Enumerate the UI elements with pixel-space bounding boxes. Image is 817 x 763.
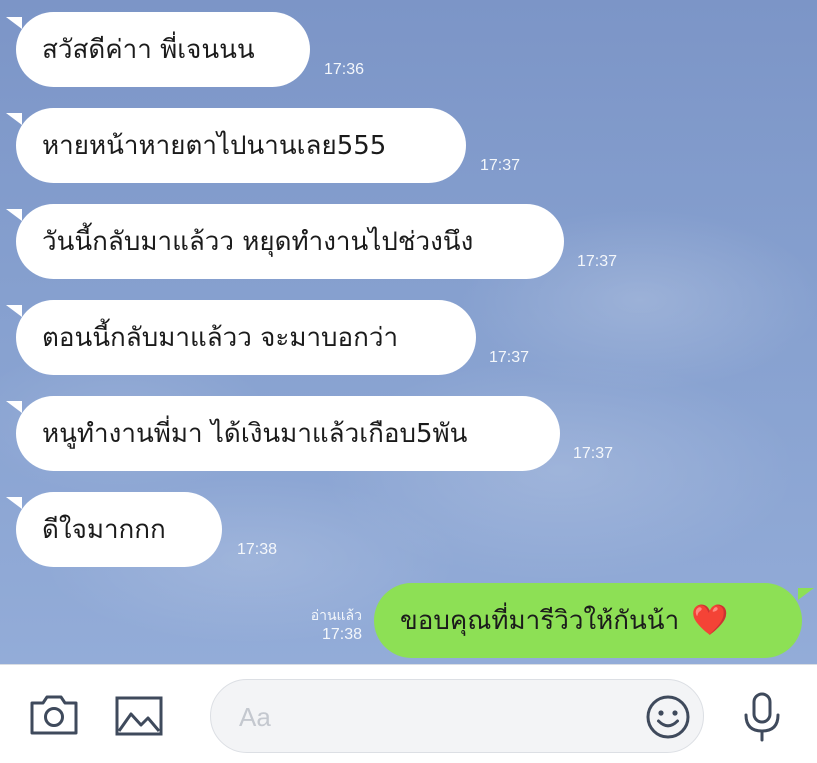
emoji-button[interactable] <box>645 694 691 740</box>
message-text: หายหน้าหายตาไปนานเลย555 <box>42 130 387 161</box>
message-text: สวัสดีค่าา พี่เจนนน <box>42 34 255 65</box>
message-bubble[interactable]: ดีใจมากกก <box>6 492 222 567</box>
smiley-icon <box>646 695 690 739</box>
message-time: 17:36 <box>324 61 365 78</box>
message-bubble[interactable]: หนูทำงานพี่มา ได้เงินมาแล้วเกือบ5พัน <box>6 396 560 471</box>
read-receipt: อ่านแล้ว 17:38 <box>300 606 362 646</box>
message-time: 17:37 <box>480 157 521 174</box>
sent-time: 17:38 <box>321 626 362 643</box>
message-text: หนูทำงานพี่มา ได้เงินมาแล้วเกือบ5พัน <box>42 418 468 449</box>
message-time: 17:37 <box>489 349 530 366</box>
gallery-button[interactable] <box>114 695 164 737</box>
message-text: ดีใจมากกก <box>42 514 166 545</box>
message-time: 17:38 <box>237 541 278 558</box>
message-input-field[interactable] <box>210 679 704 754</box>
message-bubble[interactable]: หายหน้าหายตาไปนานเลย555 <box>6 108 466 183</box>
read-label: อ่านแล้ว <box>310 607 362 623</box>
sent-message-bubble[interactable]: ขอบคุณที่มารีวิวให้กันน้า ❤️ <box>374 583 814 658</box>
chat-area[interactable]: สวัสดีค่าา พี่เจนนน 17:36 หายหน้าหายตาไป… <box>0 0 817 664</box>
message-bubble[interactable]: ตอนนี้กลับมาแล้วว จะมาบอกว่า <box>6 300 476 375</box>
message-time: 17:37 <box>573 445 614 462</box>
microphone-icon <box>744 692 780 742</box>
message-text: ตอนนี้กลับมาแล้วว จะมาบอกว่า <box>42 322 399 353</box>
message-bubble[interactable]: สวัสดีค่าา พี่เจนนน <box>6 12 310 87</box>
camera-icon <box>30 695 78 735</box>
camera-button[interactable] <box>28 693 80 737</box>
message-input[interactable] <box>237 680 641 754</box>
message-text: วันนี้กลับมาแล้วว หยุดทำงานไปช่วงนึง <box>42 226 474 257</box>
message-time: 17:37 <box>577 253 618 270</box>
heart-emoji: ❤️ <box>691 602 729 638</box>
image-icon <box>115 696 163 736</box>
voice-button[interactable] <box>741 691 783 743</box>
sent-message-text: ขอบคุณที่มารีวิวให้กันน้า <box>400 605 680 636</box>
message-bubble[interactable]: วันนี้กลับมาแล้วว หยุดทำงานไปช่วงนึง <box>6 204 564 279</box>
input-bar <box>0 664 817 763</box>
